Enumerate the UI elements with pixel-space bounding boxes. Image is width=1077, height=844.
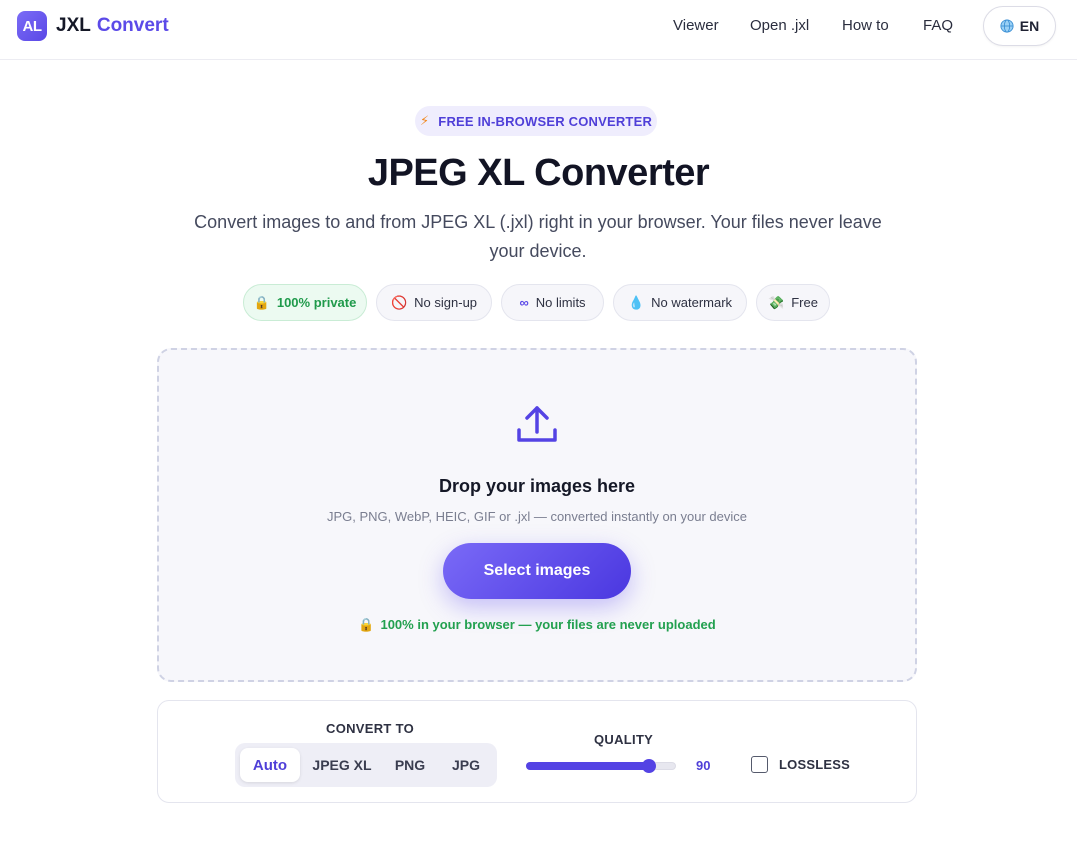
globe-icon	[1000, 19, 1014, 33]
privacy-note-text: 100% in your browser — your files are ne…	[380, 617, 716, 632]
lossless-toggle[interactable]: LOSSLESS	[751, 756, 850, 773]
format-option-jpg[interactable]: JPG	[441, 748, 491, 782]
nav-link-faq[interactable]: FAQ	[923, 17, 953, 34]
nav-link-open-jxl[interactable]: Open .jxl	[750, 17, 809, 34]
chip-no-limits: ∞ No limits	[501, 284, 604, 321]
logo[interactable]: AL JXL Convert	[17, 11, 169, 41]
page-title: JPEG XL Converter	[367, 152, 710, 194]
quality-label: QUALITY	[594, 732, 654, 747]
quality-slider[interactable]	[526, 759, 676, 773]
chip-label: No limits	[535, 295, 586, 310]
page-subtitle: Convert images to and from JPEG XL (.jxl…	[194, 212, 882, 261]
chip-label: No sign-up	[414, 295, 478, 310]
language-button[interactable]: EN	[983, 6, 1056, 46]
convert-to-label: CONVERT TO	[326, 721, 414, 736]
lightning-icon: ⚡	[419, 113, 430, 128]
infinity-icon: ∞	[519, 295, 529, 310]
format-selector: Auto JPEG XL PNG JPG	[235, 743, 497, 787]
chip-label: No watermark	[651, 295, 733, 310]
hero-badge: ⚡ FREE IN-BROWSER CONVERTER	[415, 106, 657, 136]
language-label: EN	[1019, 18, 1040, 34]
nav-link-viewer[interactable]: Viewer	[673, 17, 719, 34]
droplet-icon: 💧	[627, 294, 645, 310]
quality-slider-thumb[interactable]	[641, 759, 656, 773]
chip-no-signup: 🚫 No sign-up	[376, 284, 492, 321]
conversion-settings: CONVERT TO Auto JPEG XL PNG JPG QUALITY …	[157, 700, 917, 803]
hero-badge-label: FREE IN-BROWSER CONVERTER	[438, 113, 653, 129]
privacy-note: 🔒 100% in your browser — your files are n…	[159, 617, 915, 633]
quality-value: 90	[696, 758, 711, 773]
chip-label: Free	[791, 295, 818, 310]
lossless-label: LOSSLESS	[779, 757, 850, 772]
chip-private: 🔒 100% private	[243, 284, 367, 321]
drop-zone[interactable]: Drop your images here JPG, PNG, WebP, HE…	[157, 348, 917, 682]
lock-icon: 🔒	[358, 617, 375, 632]
select-images-button[interactable]: Select images	[443, 543, 631, 599]
quality-slider-fill	[526, 762, 649, 770]
site-header: AL JXL Convert Viewer Open .jxl How to F…	[0, 0, 1077, 60]
chip-free: 💸 Free	[756, 284, 830, 321]
upload-icon	[517, 406, 557, 442]
drop-zone-subtitle: JPG, PNG, WebP, HEIC, GIF or .jxl — conv…	[326, 509, 747, 524]
feature-chips: 🔒 100% private 🚫 No sign-up ∞ No limits …	[0, 284, 1077, 322]
logo-mark-icon: AL	[17, 11, 47, 41]
format-option-jpeg-xl[interactable]: JPEG XL	[305, 748, 379, 782]
logo-text-jxl: JXL	[56, 15, 91, 36]
money-icon: 💸	[768, 294, 785, 310]
lossless-checkbox[interactable]	[751, 756, 768, 773]
nav-link-how-to[interactable]: How to	[842, 17, 889, 34]
no-entry-icon: 🚫	[390, 294, 408, 310]
lock-icon: 🔒	[253, 294, 270, 310]
chip-label: 100% private	[276, 295, 357, 310]
drop-zone-title: Drop your images here	[438, 476, 636, 496]
format-option-png[interactable]: PNG	[384, 748, 436, 782]
format-option-auto[interactable]: Auto	[240, 748, 300, 782]
chip-no-watermark: 💧 No watermark	[613, 284, 747, 321]
logo-text-convert: Convert	[96, 15, 169, 36]
